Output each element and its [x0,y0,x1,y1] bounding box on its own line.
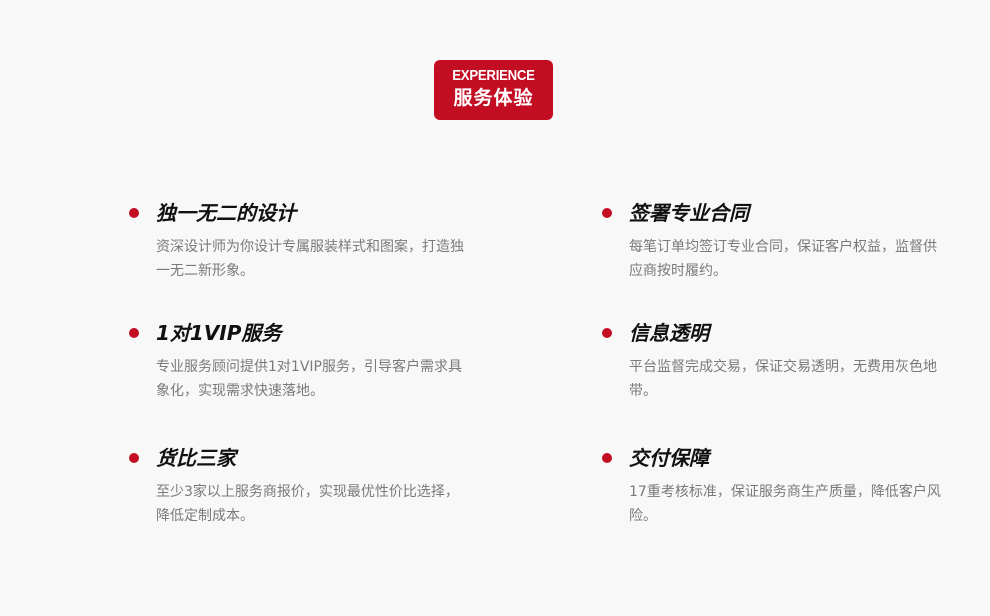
section-badge: EXPERIENCE 服务体验 [434,60,553,120]
feature-description: 专业服务顾问提供1对1VIP服务，引导客户需求具象化，实现需求快速落地。 [156,359,462,399]
feature-title: 信息透明 [629,321,709,345]
feature-title: 1对1VIP服务 [156,321,282,345]
feature-title: 独一无二的设计 [156,201,296,225]
feature-title: 签署专业合同 [629,201,749,225]
bullet-dot-icon [129,328,139,338]
feature-description: 17重考核标准，保证服务商生产质量，降低客户风险。 [629,484,941,524]
feature-title: 交付保障 [629,446,709,470]
feature-description: 每笔订单均签订专业合同，保证客户权益，监督供应商按时履约。 [629,239,937,279]
bullet-dot-icon [129,208,139,218]
feature-description: 至少3家以上服务商报价，实现最优性价比选择，降低定制成本。 [156,484,459,524]
bullet-dot-icon [602,453,612,463]
bullet-dot-icon [602,328,612,338]
badge-chinese-title: 服务体验 [453,87,534,109]
feature-description: 平台监督完成交易，保证交易透明，无费用灰色地带。 [629,359,937,399]
badge-english-title: EXPERIENCE [452,67,535,84]
bullet-dot-icon [129,453,139,463]
feature-description: 资深设计师为你设计专属服装样式和图案，打造独一无二新形象。 [156,239,464,279]
bullet-dot-icon [602,208,612,218]
feature-title: 货比三家 [156,446,236,470]
